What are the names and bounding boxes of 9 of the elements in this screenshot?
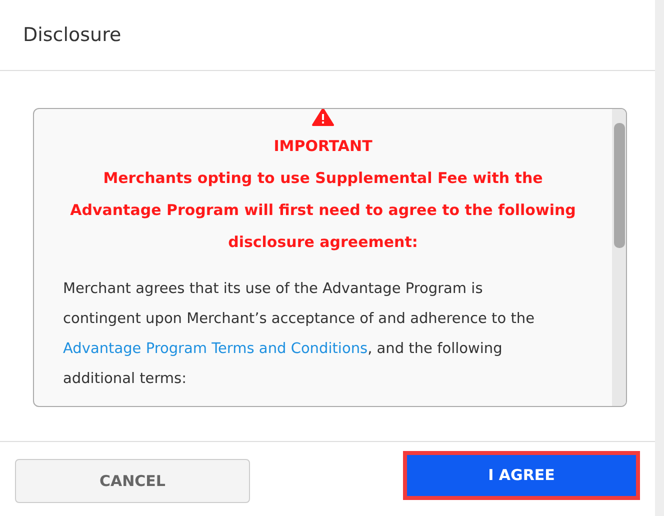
terms-paragraph: Merchant agrees that its use of the Advantage Program is contingent upon Merchant’s acceptance of and adherence to the Advantage Program Terms and Conditions, and the following additional terms: xyxy=(62,280,536,389)
notice-heading: IMPORTANT xyxy=(274,136,372,157)
terms-link[interactable]: Advantage Program Terms and Conditions xyxy=(63,341,368,357)
cancel-button[interactable]: CANCEL xyxy=(15,459,250,503)
dialog-title: Disclosure xyxy=(23,22,122,48)
agree-button[interactable]: I AGREE xyxy=(403,450,640,500)
scrollbar-thumb[interactable] xyxy=(614,123,624,248)
notice-message: Merchants opting to use Supplemental Fee with the Advantage Program will first need to agree to the following disclosure agreement: xyxy=(69,168,577,253)
page-scrollbar[interactable] xyxy=(655,0,664,516)
